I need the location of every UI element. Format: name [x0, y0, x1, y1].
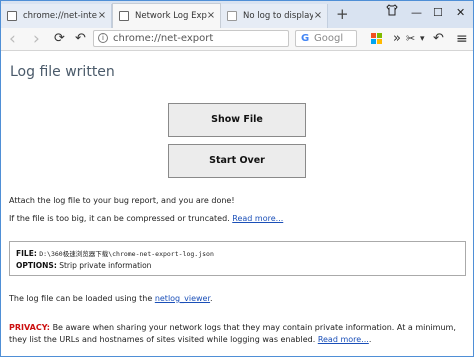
minimize-button[interactable]: —	[411, 3, 422, 23]
load-text: The log file can be loaded using the	[9, 294, 153, 303]
apps-icon[interactable]	[371, 33, 382, 44]
file-line: FILE: D:\360极速浏览器下载\chrome-net-export-lo…	[16, 248, 214, 258]
too-big-text: If the file is too big, it can be compre…	[9, 214, 230, 223]
page-content: Log file written Show File Start Over At…	[1, 51, 473, 356]
close-icon[interactable]: ×	[313, 4, 323, 28]
new-tab-button[interactable]: +	[336, 4, 349, 24]
file-info-box: FILE: D:\360极速浏览器下载\chrome-net-export-lo…	[9, 241, 466, 276]
options-label: OPTIONS:	[16, 261, 57, 270]
google-icon: G	[301, 33, 310, 44]
show-file-button[interactable]: Show File	[168, 103, 306, 137]
privacy-text: Be aware when sharing your network logs …	[9, 323, 456, 344]
back-button[interactable]: ‹	[9, 29, 16, 49]
chevron-down-icon[interactable]: ▾	[420, 29, 425, 49]
undo-close-icon[interactable]: ↶	[433, 29, 444, 49]
search-box[interactable]: G Googl	[295, 30, 357, 47]
privacy-label: PRIVACY:	[9, 323, 51, 332]
tab-net-internals[interactable]: chrome://net-inte ×	[1, 4, 112, 28]
tab-no-log[interactable]: No log to display ×	[221, 4, 328, 28]
read-more-link[interactable]: Read more...	[232, 214, 283, 223]
search-input[interactable]: Googl	[314, 31, 343, 46]
privacy-notice: PRIVACY: Be aware when sharing your netw…	[9, 322, 459, 346]
too-big-note: If the file is too big, it can be compre…	[9, 214, 283, 223]
page-icon	[227, 11, 237, 21]
options-value: Strip private information	[59, 261, 152, 270]
tab-title: No log to display	[243, 11, 313, 21]
skin-icon[interactable]	[386, 3, 398, 23]
undo-button[interactable]: ↶	[75, 29, 86, 49]
reload-button[interactable]: ⟳	[54, 29, 65, 49]
page-icon	[7, 11, 17, 21]
close-icon[interactable]: ×	[97, 4, 107, 28]
tab-network-log-export[interactable]: Network Log Exp ×	[112, 3, 221, 28]
info-icon[interactable]: i	[98, 33, 108, 43]
url-text[interactable]: chrome://net-export	[113, 31, 213, 47]
scissors-icon[interactable]: ✂	[406, 29, 415, 49]
forward-button[interactable]: ›	[33, 29, 40, 49]
close-window-button[interactable]: ✕	[456, 3, 465, 23]
privacy-read-more-link[interactable]: Read more...	[318, 335, 369, 344]
load-instructions: The log file can be loaded using the net…	[9, 294, 213, 303]
privacy-suffix: .	[368, 335, 372, 344]
more-tools-icon[interactable]: »	[393, 29, 401, 49]
address-bar[interactable]: i chrome://net-export	[93, 30, 289, 47]
page-icon	[119, 11, 129, 21]
browser-window: chrome://net-inte × Network Log Exp × No…	[0, 0, 474, 357]
load-suffix: .	[210, 294, 213, 303]
toolbar: ‹ › ⟳ ↶ i chrome://net-export G Googl » …	[1, 28, 473, 51]
menu-icon[interactable]: ≡	[456, 29, 468, 49]
tab-strip: chrome://net-inte × Network Log Exp × No…	[1, 1, 473, 28]
start-over-button[interactable]: Start Over	[168, 144, 306, 178]
close-icon[interactable]: ×	[206, 4, 216, 28]
file-path: D:\360极速浏览器下载\chrome-net-export-log.json	[39, 250, 214, 258]
file-label: FILE:	[16, 249, 37, 258]
netlog-viewer-link[interactable]: netlog_viewer	[155, 294, 210, 303]
tab-title: Network Log Exp	[135, 11, 207, 21]
maximize-button[interactable]: ☐	[433, 3, 443, 23]
options-line: OPTIONS: Strip private information	[16, 261, 151, 270]
attach-instructions: Attach the log file to your bug report, …	[9, 196, 235, 205]
page-title: Log file written	[10, 64, 115, 80]
tab-title: chrome://net-inte	[23, 11, 97, 21]
